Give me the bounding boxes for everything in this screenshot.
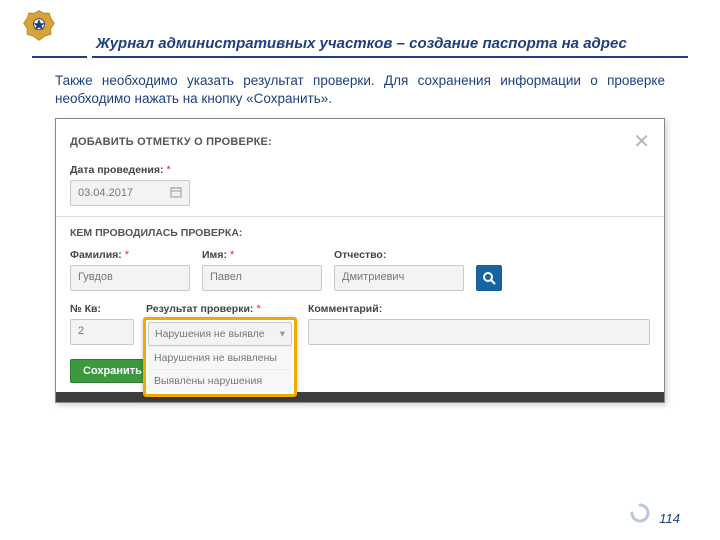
mvd-emblem-icon [22,8,56,47]
result-dropdown-highlight: Нарушения не выявле ▾ Нарушения не выявл… [143,317,297,397]
firstname-input[interactable]: Павел [202,265,322,291]
page-title: Журнал административных участков – созда… [92,34,648,54]
title-rule-left [32,56,87,58]
page-number: 114 [659,511,680,526]
firstname-label: Имя: [202,249,227,261]
result-select[interactable]: Нарушения не выявле ▾ [148,322,292,346]
kv-label: № Кв: [70,303,101,315]
comment-label: Комментарий: [308,303,382,315]
title-rule-right [92,56,688,58]
page-swirl-icon [628,501,652,530]
app-modal-screenshot: ДОБАВИТЬ ОТМЕТКУ О ПРОВЕРКЕ: ✕ Дата пров… [55,118,665,403]
result-options-list: Нарушения не выявлены Выявлены нарушения [148,346,292,392]
calendar-icon[interactable] [170,186,182,201]
result-selected-value: Нарушения не выявле [155,328,265,340]
result-label: Результат проверки: [146,303,253,315]
chevron-down-icon: ▾ [280,328,285,340]
close-icon[interactable]: ✕ [633,129,650,154]
date-value: 03.04.2017 [78,187,133,199]
patronymic-input[interactable]: Дмитриевич [334,265,464,291]
result-option[interactable]: Выявлены нарушения [148,369,292,392]
patronymic-label: Отчество: [334,249,386,261]
divider [56,216,664,217]
comment-input[interactable] [308,319,650,345]
lastname-label: Фамилия: [70,249,122,261]
kv-input[interactable]: 2 [70,319,134,345]
search-button[interactable] [476,265,502,291]
date-label: Дата проведения: [70,164,163,176]
required-marker: * [167,164,171,176]
who-heading: КЕМ ПРОВОДИЛАСЬ ПРОВЕРКА: [70,227,650,239]
magnifier-icon [482,271,496,285]
result-option[interactable]: Нарушения не выявлены [148,346,292,369]
date-input[interactable]: 03.04.2017 [70,180,190,206]
modal-heading: ДОБАВИТЬ ОТМЕТКУ О ПРОВЕРКЕ: [70,136,272,148]
description-text: Также необходимо указать результат прове… [55,72,665,108]
lastname-input[interactable]: Гувдов [70,265,190,291]
